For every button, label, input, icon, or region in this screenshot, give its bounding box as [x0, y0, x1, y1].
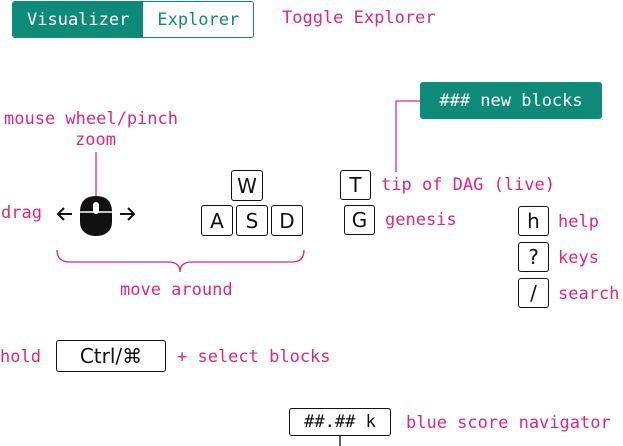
key-g: G: [344, 205, 375, 235]
move-around-label: move around: [120, 280, 233, 300]
zoom-label-line2: zoom: [75, 130, 116, 150]
blue-score-value[interactable]: ##.## k: [289, 408, 391, 436]
key-question: ?: [518, 242, 549, 272]
zoom-label-line1: mouse wheel/pinch: [4, 109, 178, 129]
drag-label: drag: [1, 203, 42, 223]
key-slash: /: [518, 278, 549, 308]
mouse-drag-graphic: [56, 196, 136, 236]
search-label: search: [558, 284, 620, 304]
new-blocks-connector: [395, 100, 420, 172]
blue-score-label: blue score navigator: [406, 413, 611, 433]
key-ctrl-cmd: Ctrl/⌘: [56, 340, 166, 372]
key-t: T: [340, 170, 371, 200]
arrow-right-icon: [120, 207, 136, 221]
key-h: h: [518, 206, 549, 236]
tip-of-dag-label: tip of DAG (live): [381, 175, 555, 195]
key-d: D: [271, 205, 303, 236]
arrow-left-icon: [56, 207, 72, 221]
key-s: S: [236, 205, 268, 236]
mouse-icon: [80, 196, 112, 236]
move-brace: [56, 249, 305, 273]
help-label: help: [558, 212, 599, 232]
select-blocks-label: + select blocks: [177, 347, 331, 367]
genesis-label: genesis: [385, 210, 457, 230]
key-a: A: [201, 205, 233, 236]
key-w: W: [231, 170, 263, 201]
keys-label: keys: [558, 248, 599, 268]
hold-label: hold: [0, 347, 41, 367]
